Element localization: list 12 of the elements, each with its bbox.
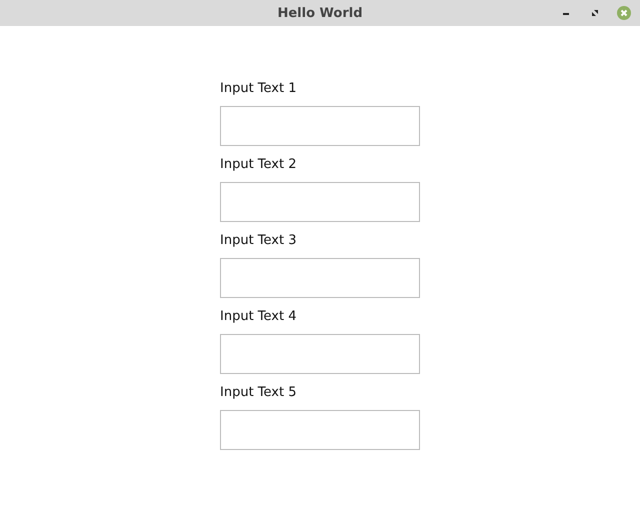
- close-icon[interactable]: [616, 5, 632, 21]
- field-label: Input Text 1: [220, 81, 296, 98]
- input-field[interactable]: [220, 410, 420, 450]
- input-field[interactable]: [220, 334, 420, 374]
- field-label: Input Text 3: [220, 233, 296, 250]
- field-label: Input Text 2: [220, 157, 296, 174]
- input-field[interactable]: [220, 106, 420, 146]
- window-title: Hello World: [277, 6, 363, 20]
- input-field[interactable]: [220, 258, 420, 298]
- field-label: Input Text 5: [220, 385, 296, 402]
- input-field[interactable]: [220, 182, 420, 222]
- field-label: Input Text 4: [220, 309, 296, 326]
